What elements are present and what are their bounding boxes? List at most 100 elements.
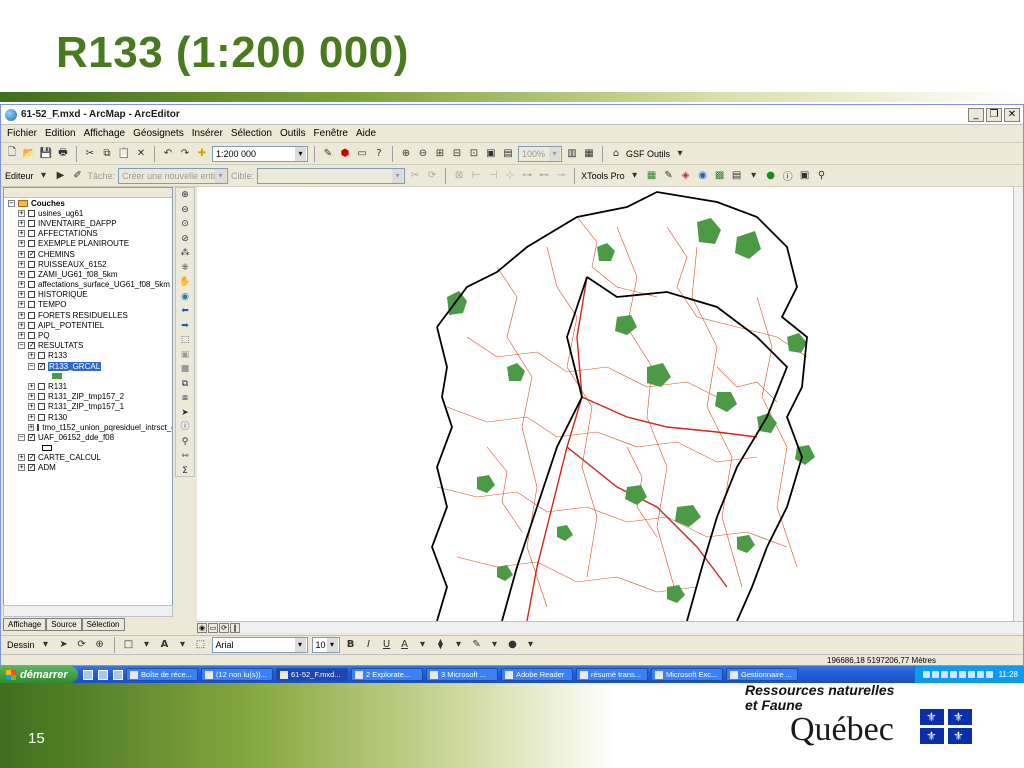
tab-selection[interactable]: Sélection <box>81 618 125 631</box>
layer-visibility-checkbox[interactable] <box>28 332 35 340</box>
layer-visibility-checkbox[interactable] <box>38 403 45 411</box>
menu-inserer[interactable]: Insérer <box>192 128 223 139</box>
quicklaunch-icon[interactable] <box>98 669 108 680</box>
layout-tool-icon[interactable]: ▤ <box>501 147 515 161</box>
delete-icon[interactable]: ✕ <box>134 147 148 161</box>
select-elements-icon[interactable]: ■ <box>178 363 192 376</box>
globe-icon[interactable]: ◉ <box>696 169 710 183</box>
expand-toggle-icon[interactable]: + <box>18 454 25 462</box>
layer-visibility-checkbox[interactable]: ✓ <box>28 454 35 462</box>
layout-tool-icon[interactable]: ⊞ <box>433 147 447 161</box>
toc-layer-row[interactable]: + RUISSEAUX_6152 <box>4 259 172 269</box>
topology-tool-icon[interactable]: ⊸ <box>554 169 568 183</box>
tray-icon[interactable] <box>940 671 948 678</box>
toc-layer-row[interactable]: + EXEMPLE PLANIROUTE <box>4 239 172 249</box>
expand-toggle-icon[interactable]: + <box>18 311 25 319</box>
zoom-extent-icon[interactable]: ⊙ <box>178 218 192 231</box>
toc-layer-row[interactable]: + AIPL_POTENTIEL <box>4 320 172 330</box>
menu-aide[interactable]: Aide <box>356 128 376 139</box>
taskbar-button[interactable]: Microsoft Exc... <box>651 668 723 681</box>
menu-geosignets[interactable]: Géosignets <box>133 128 184 139</box>
add-data-icon[interactable]: ✚ <box>195 147 209 161</box>
expand-toggle-icon[interactable]: + <box>18 240 25 248</box>
select-by-location-icon[interactable]: ⧈ <box>178 392 192 405</box>
expand-toggle-icon[interactable]: + <box>28 382 35 390</box>
font-combo[interactable]: Arial <box>211 636 308 653</box>
expand-toggle-icon[interactable]: + <box>18 219 25 227</box>
toc-layer-row[interactable] <box>4 443 172 453</box>
expand-toggle-icon[interactable]: + <box>18 301 25 309</box>
open-folder-icon[interactable]: 📂 <box>22 147 36 161</box>
rotate-tool-icon[interactable]: ⟳ <box>425 169 439 183</box>
taskbar-button[interactable]: Adobe Reader <box>501 668 573 681</box>
chevron-down-icon[interactable]: ▾ <box>39 638 53 652</box>
toc-layer-row[interactable]: + AFFECTATIONS <box>4 229 172 239</box>
expand-toggle-icon[interactable]: + <box>28 413 35 421</box>
toc-layer-row[interactable]: − ✓ RESULTATS <box>4 341 172 351</box>
topology-tool-icon[interactable]: ⊣ <box>486 169 500 183</box>
layer-visibility-checkbox[interactable] <box>38 413 45 421</box>
pause-icon[interactable]: ‖ <box>230 622 240 633</box>
pencil-icon[interactable]: ✎ <box>662 169 676 183</box>
toc-layer-row[interactable]: + FORETS RESIDUELLES <box>4 310 172 320</box>
taskbar-button[interactable]: 2 Explorate... <box>351 668 423 681</box>
line-color-icon[interactable]: ✎ <box>470 638 484 652</box>
layout-view-icon[interactable]: ▭ <box>208 622 218 633</box>
layer-visibility-checkbox[interactable] <box>38 352 45 360</box>
map-canvas[interactable] <box>197 187 1013 621</box>
topology-tool-icon[interactable]: ⊹ <box>503 169 517 183</box>
zoom-to-element-icon[interactable]: ⊕ <box>93 638 107 652</box>
quicklaunch-icon[interactable] <box>83 669 93 680</box>
expand-toggle-icon[interactable]: + <box>18 230 25 238</box>
fill-color-icon[interactable]: ⧫ <box>434 638 448 652</box>
menu-edition[interactable]: Edition <box>45 128 76 139</box>
layer-visibility-checkbox[interactable] <box>28 291 35 299</box>
toc-layer-row[interactable]: − ✓ R133_GRCAL <box>4 361 172 371</box>
underline-button[interactable]: U <box>380 638 394 652</box>
tray-icon[interactable] <box>967 671 975 678</box>
xtools-pro-menu[interactable]: XTools Pro <box>581 171 625 181</box>
expand-toggle-icon[interactable]: + <box>18 250 25 258</box>
expand-toggle-icon[interactable]: + <box>18 260 25 268</box>
arctoolbox-icon[interactable]: ⬢ <box>338 147 352 161</box>
zoom-in-icon[interactable]: ⊕ <box>178 189 192 202</box>
topology-tool-icon[interactable]: ⊢ <box>469 169 483 183</box>
taskbar-button[interactable]: résumé trans... <box>576 668 648 681</box>
copy-icon[interactable]: ⧉ <box>100 147 114 161</box>
layer-tool-icon[interactable]: ▤ <box>730 169 744 183</box>
shapes-icon[interactable]: ◈ <box>679 169 693 183</box>
gsf-icon[interactable]: ⌂ <box>609 147 623 161</box>
layer-visibility-checkbox[interactable]: ✓ <box>28 250 35 258</box>
layout-zoom-combo[interactable]: 100% <box>518 145 562 162</box>
layer-visibility-checkbox[interactable] <box>37 423 40 431</box>
data-view-icon[interactable]: ◉ <box>197 622 207 633</box>
arccatalog-icon[interactable]: ▭ <box>355 147 369 161</box>
layout-tool-icon[interactable]: ▦ <box>582 147 596 161</box>
chevron-down-icon[interactable]: ▾ <box>176 638 190 652</box>
map-vertical-scrollbar[interactable] <box>1013 187 1023 621</box>
toc-layer-row[interactable]: + ✓ CARTE_CALCUL <box>4 453 172 463</box>
toc-layer-row[interactable]: + TEMPO <box>4 300 172 310</box>
chevron-down-icon[interactable]: ▾ <box>673 147 687 161</box>
rotate-icon[interactable]: ⟳ <box>75 638 89 652</box>
select-pointer-icon[interactable]: ➤ <box>178 407 192 420</box>
tray-icon[interactable] <box>931 671 939 678</box>
target-combo[interactable] <box>257 167 406 184</box>
pan-hand-icon[interactable]: ✋ <box>178 276 192 289</box>
layer-visibility-checkbox[interactable] <box>28 281 35 289</box>
drawing-menu[interactable]: Dessin <box>7 640 35 650</box>
toc-layer-row[interactable]: + HISTORIQUE <box>4 290 172 300</box>
paste-icon[interactable]: 📋 <box>117 147 131 161</box>
sketch-tool-icon[interactable]: ✐ <box>71 169 85 183</box>
map-scale-combo[interactable]: 1:200 000 <box>212 145 308 162</box>
chevron-down-icon[interactable]: ▾ <box>140 638 154 652</box>
taskbar-button[interactable]: Gestionnaire ... <box>726 668 798 681</box>
tool-icon[interactable]: ⚲ <box>815 169 829 183</box>
layer-visibility-checkbox[interactable]: ✓ <box>28 342 35 350</box>
forward-arrow-icon[interactable]: ➡ <box>178 320 192 333</box>
chevron-down-icon[interactable]: ▾ <box>747 169 761 183</box>
tray-icon[interactable] <box>949 671 957 678</box>
quicklaunch-icon[interactable] <box>113 669 123 680</box>
new-document-icon[interactable]: 🗋 <box>5 147 19 161</box>
taskbar-button[interactable]: (12 non lu(s))... <box>201 668 273 681</box>
